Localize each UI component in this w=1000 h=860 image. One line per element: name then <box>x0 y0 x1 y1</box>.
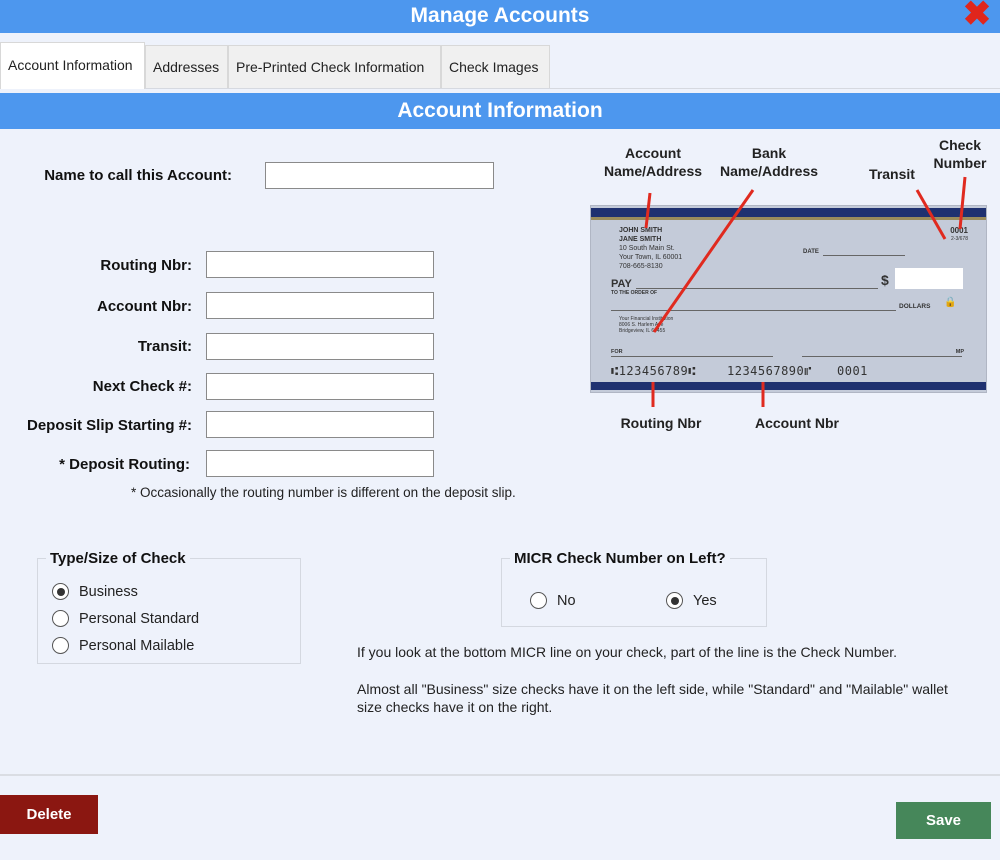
tab-pre-printed-check-information[interactable]: Pre-Printed Check Information <box>228 45 441 88</box>
check-amount-words-line <box>611 310 896 311</box>
check-owner-line3: 10 South Main St. <box>619 245 675 252</box>
check-number-printed: 0001 <box>950 226 968 235</box>
radio-business[interactable]: Business <box>52 583 138 600</box>
micr-check-number: 0001 <box>837 364 868 378</box>
transit-input[interactable] <box>206 333 434 360</box>
radio-personal-standard[interactable]: Personal Standard <box>52 610 199 627</box>
transit-label: Transit: <box>137 338 192 355</box>
account-name-label: Name to call this Account: <box>44 167 232 184</box>
check-memo-line <box>611 356 773 357</box>
radio-label: Personal Mailable <box>79 637 195 654</box>
radio-label: Business <box>79 583 138 600</box>
radio-button[interactable] <box>52 583 69 600</box>
annotation-transit: Transit <box>869 166 915 182</box>
radio-personal-mailable[interactable]: Personal Mailable <box>52 637 194 654</box>
routing-nbr-label: Routing Nbr: <box>100 257 192 274</box>
tab-strip: Account Information Addresses Pre-Printe… <box>0 34 1000 89</box>
deposit-routing-label: * Deposit Routing: <box>59 456 190 473</box>
check-owner-line4: Your Town, IL 60001 <box>619 254 683 261</box>
check-transit-printed: 2-3/678 <box>951 236 968 242</box>
check-owner-line5: 708-665-8130 <box>619 263 663 270</box>
lock-icon: 🔒 <box>944 297 957 308</box>
sample-check-image: JOHN SMITH JANE SMITH 10 South Main St. … <box>590 205 987 393</box>
annotation-check-number: Check Number <box>933 137 987 171</box>
check-amount-box <box>895 268 963 289</box>
account-name-input[interactable] <box>265 162 494 189</box>
annotation-bank-name-address: Bank Name/Address <box>719 145 819 179</box>
save-button[interactable]: Save <box>896 802 991 839</box>
micr-account-number: 1234567890⑈ <box>727 364 812 378</box>
radio-label: Personal Standard <box>79 610 200 627</box>
check-mp-label: MP <box>955 349 964 355</box>
annotation-routing-nbr: Routing Nbr <box>620 415 702 431</box>
check-dollars-label: DOLLARS <box>899 303 931 310</box>
account-nbr-input[interactable] <box>206 292 434 319</box>
section-header: Account Information <box>0 93 1000 129</box>
radio-micr-yes[interactable]: Yes <box>666 592 717 609</box>
window-title: Manage Accounts <box>410 4 590 27</box>
account-nbr-label: Account Nbr: <box>97 298 192 315</box>
micr-left-group: MICR Check Number on Left? <box>501 550 767 627</box>
check-type-legend: Type/Size of Check <box>50 550 186 567</box>
annotation-account-nbr: Account Nbr <box>755 415 839 431</box>
micr-left-legend: MICR Check Number on Left? <box>514 550 726 567</box>
next-check-input[interactable] <box>206 373 434 400</box>
check-date-label: DATE <box>803 249 819 255</box>
close-icon[interactable]: ✖ <box>960 0 994 31</box>
delete-button[interactable]: Delete <box>0 795 98 834</box>
check-signature-line <box>802 356 962 357</box>
check-owner-line2: JANE SMITH <box>619 236 662 243</box>
check-top-band <box>591 208 986 217</box>
check-bank-line3: Bridgeview, IL 60455 <box>619 328 666 334</box>
radio-label: Yes <box>693 592 717 609</box>
check-dollar-sign: $ <box>881 272 889 288</box>
radio-button[interactable] <box>530 592 547 609</box>
footer-divider <box>0 774 1000 776</box>
deposit-routing-input[interactable] <box>206 450 434 477</box>
routing-nbr-input[interactable] <box>206 251 434 278</box>
radio-button[interactable] <box>52 610 69 627</box>
check-owner-line1: JOHN SMITH <box>619 227 663 234</box>
radio-micr-no[interactable]: No <box>530 592 576 609</box>
check-payee-line <box>636 288 878 289</box>
micr-routing-number: ⑆123456789⑆ <box>611 364 696 378</box>
check-pay-label: PAY <box>611 278 632 290</box>
next-check-label: Next Check #: <box>92 378 192 395</box>
micr-help-text-1: If you look at the bottom MICR line on y… <box>357 644 898 660</box>
tab-addresses[interactable]: Addresses <box>145 45 228 88</box>
section-title: Account Information <box>397 99 603 122</box>
annotation-account-name-address: Account Name/Address <box>603 145 703 179</box>
deposit-slip-input[interactable] <box>206 411 434 438</box>
check-order-label: TO THE ORDER OF <box>611 290 658 296</box>
deposit-routing-note: * Occasionally the routing number is dif… <box>131 485 516 500</box>
check-gold-stripe <box>591 217 986 220</box>
tab-check-images[interactable]: Check Images <box>441 45 550 88</box>
window-title-bar: Manage Accounts <box>0 0 1000 33</box>
tab-account-information[interactable]: Account Information <box>0 42 145 89</box>
micr-help-text-2: Almost all "Business" size checks have i… <box>357 681 948 715</box>
radio-button[interactable] <box>52 637 69 654</box>
radio-button[interactable] <box>666 592 683 609</box>
check-date-line <box>823 255 905 256</box>
deposit-slip-label: Deposit Slip Starting #: <box>26 417 192 434</box>
radio-label: No <box>557 592 576 609</box>
check-bottom-band <box>591 382 986 390</box>
